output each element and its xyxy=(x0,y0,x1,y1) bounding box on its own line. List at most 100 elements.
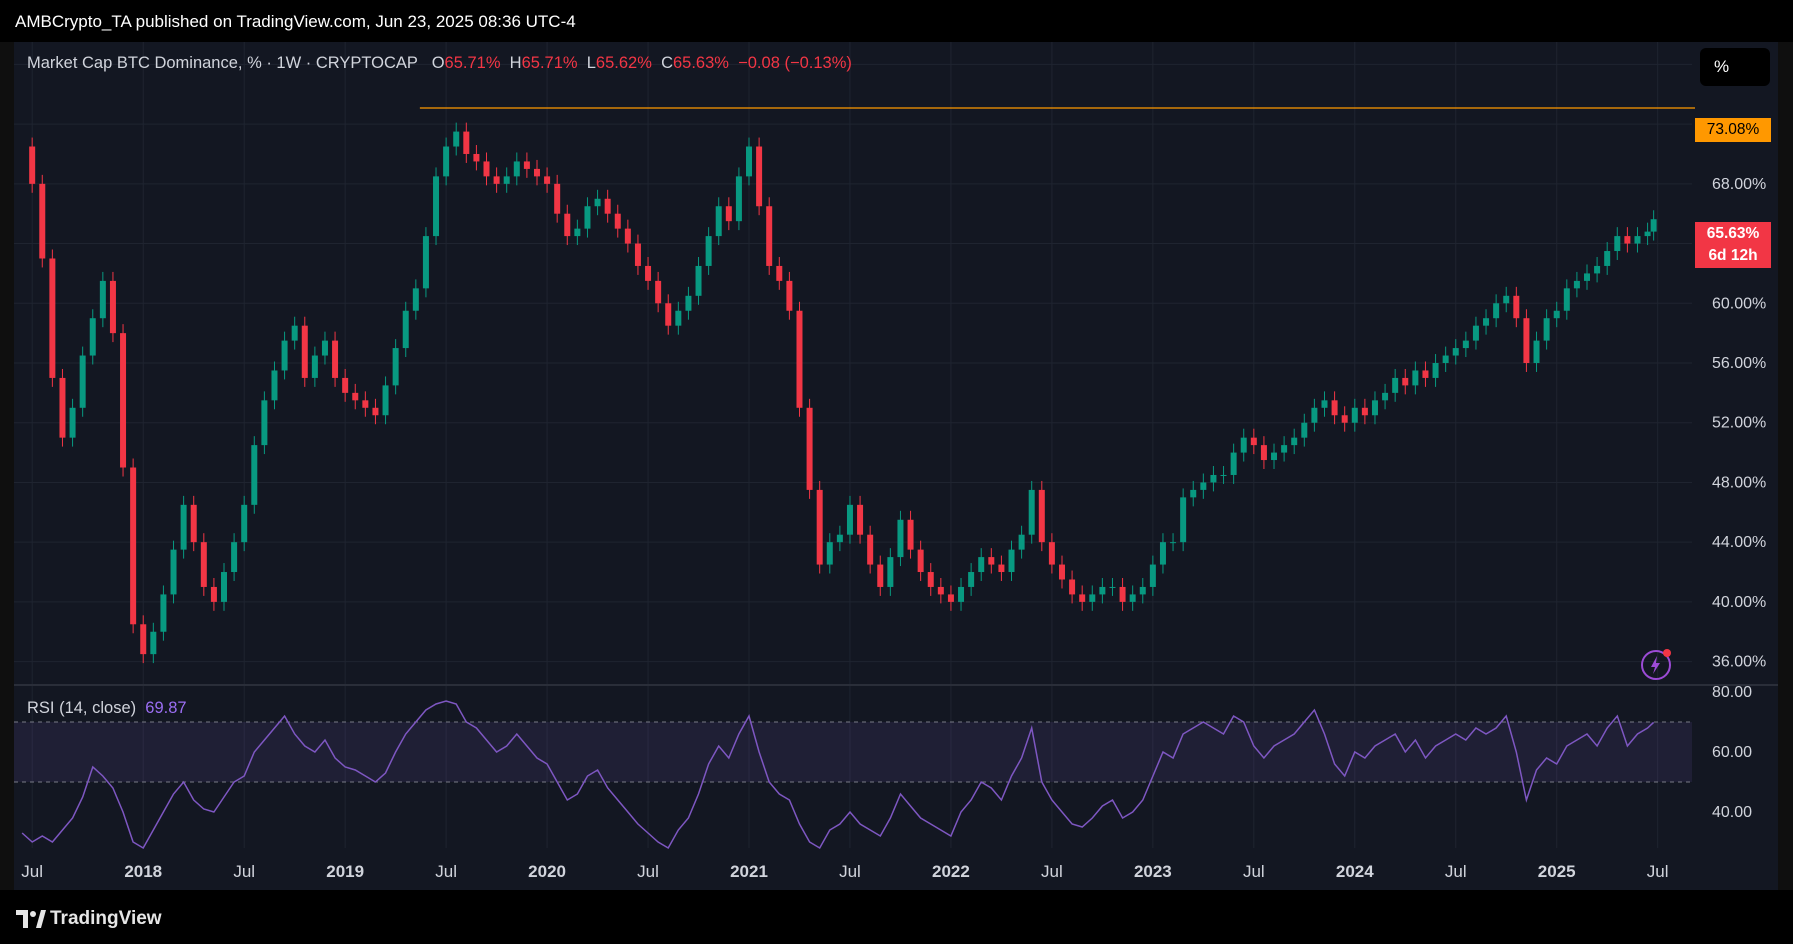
rsi-value: 69.87 xyxy=(145,699,187,717)
candle-body xyxy=(311,355,318,378)
candle-body xyxy=(645,265,652,281)
candle-body xyxy=(968,572,975,587)
time-tick-label: Jul xyxy=(1041,862,1063,881)
candle-body xyxy=(947,594,954,602)
low-label: L xyxy=(586,54,596,72)
candle-body xyxy=(221,572,228,602)
candle-body xyxy=(271,370,278,401)
candle-body xyxy=(907,519,914,550)
time-tick-label: Jul xyxy=(1647,862,1669,881)
time-tick-label: 2018 xyxy=(124,862,162,881)
candle-body xyxy=(685,295,692,311)
candle-body xyxy=(422,236,429,289)
candle-body xyxy=(1523,318,1530,363)
chart-canvas[interactable]: 36.00% 40.00% 44.00% 48.00% 52.00% 56.00% 60.0… xyxy=(0,0,1793,944)
candle-body xyxy=(917,549,924,573)
candle-body xyxy=(412,288,419,311)
open-label: O xyxy=(431,54,445,72)
candle-body xyxy=(1412,370,1419,386)
candle-body xyxy=(958,586,965,602)
time-tick-label: 2024 xyxy=(1336,862,1374,881)
price-tick-label: 36.00% xyxy=(1712,654,1766,671)
candle-body xyxy=(584,206,591,229)
candle-body xyxy=(392,348,399,386)
candle-body xyxy=(1553,310,1560,319)
last-price-badge[interactable]: 65.63% 6d 12h xyxy=(1695,222,1771,268)
price-scale[interactable]: 36.00% 40.00% 44.00% 48.00% 52.00% 56.00% 60.0… xyxy=(1712,56,1766,670)
candle-body xyxy=(544,176,551,184)
time-tick-label: Jul xyxy=(21,862,43,881)
brand-name: TradingView xyxy=(50,908,162,929)
symbol-name: Market Cap BTC Dominance, % · 1W · CRYPT… xyxy=(27,54,418,72)
candle-body xyxy=(867,534,874,565)
candle-body xyxy=(1503,295,1510,304)
candle-body xyxy=(251,445,258,505)
tradingview-logo[interactable]: TradingView xyxy=(16,908,162,930)
symbol-legend[interactable]: Market Cap BTC Dominance, % · 1W · CRYPT… xyxy=(27,54,852,73)
candle-body xyxy=(988,557,995,565)
candle-body xyxy=(1382,392,1389,401)
candle-body xyxy=(109,280,116,334)
candle-body xyxy=(766,206,773,266)
candle-body xyxy=(372,407,379,416)
candle-body xyxy=(1462,340,1469,349)
candle-body xyxy=(1563,288,1570,311)
candle-body xyxy=(39,183,46,259)
candle-body xyxy=(1301,422,1308,438)
candle-body xyxy=(503,176,510,184)
rsi-scale[interactable]: 40.00 60.00 80.00 xyxy=(1712,684,1752,821)
candle-body xyxy=(1402,377,1409,386)
candle-body xyxy=(1038,489,1045,543)
candle-body xyxy=(1079,594,1086,602)
time-tick-label: 2022 xyxy=(932,862,970,881)
candle-body xyxy=(857,504,864,535)
rsi-legend[interactable]: RSI (14, close) 69.87 xyxy=(27,699,187,718)
candle-body xyxy=(1361,407,1368,416)
time-tick-label: 2023 xyxy=(1134,862,1172,881)
time-tick-label: 2020 xyxy=(528,862,566,881)
candle-body xyxy=(937,586,944,595)
candle-body xyxy=(1513,295,1520,319)
candle-body xyxy=(291,325,298,341)
candle-body xyxy=(1422,370,1429,378)
price-tick-label: 56.00% xyxy=(1712,355,1766,372)
candle-body xyxy=(1472,325,1479,341)
candle-body xyxy=(210,586,217,602)
candle-body xyxy=(332,340,339,378)
price-tick-label: 44.00% xyxy=(1712,534,1766,551)
time-scale[interactable]: Jul 2018 Jul 2019 Jul 2020 Jul 2021 Jul 2022 Jul 20… xyxy=(21,862,1668,881)
candle-body xyxy=(79,355,86,408)
candle-body xyxy=(1624,236,1631,244)
candle-body xyxy=(1200,482,1207,490)
candle-body xyxy=(614,213,621,229)
candle-body xyxy=(1260,445,1267,461)
candle-body xyxy=(1119,586,1126,602)
candle-body xyxy=(624,228,631,244)
candle-body xyxy=(665,303,672,326)
candle-body xyxy=(231,542,238,573)
percent-scale-button[interactable]: % xyxy=(1700,48,1770,86)
candle-body xyxy=(897,519,904,558)
candle-body xyxy=(1351,407,1358,423)
candle-body xyxy=(523,161,530,169)
candle-body xyxy=(1210,474,1217,483)
candle-body xyxy=(1331,400,1338,416)
candle-body xyxy=(150,631,157,655)
high-label: H xyxy=(509,54,522,72)
candle-body xyxy=(1311,407,1318,423)
time-tick-label: Jul xyxy=(637,862,659,881)
candle-body xyxy=(1159,542,1166,565)
time-tick-label: Jul xyxy=(435,862,457,881)
candle-body xyxy=(735,176,742,222)
candle-body xyxy=(1533,340,1540,363)
candle-body xyxy=(1291,437,1298,446)
price-tick-label: 48.00% xyxy=(1712,474,1766,491)
candle-body xyxy=(604,198,611,214)
level-price-badge[interactable]: 73.08% xyxy=(1695,118,1771,142)
candle-body xyxy=(382,385,389,416)
candle-body xyxy=(130,467,137,625)
candle-body xyxy=(1028,489,1035,535)
low-value: 65.62% xyxy=(595,54,652,72)
candle-body xyxy=(1089,594,1096,602)
candle-body xyxy=(806,407,813,490)
